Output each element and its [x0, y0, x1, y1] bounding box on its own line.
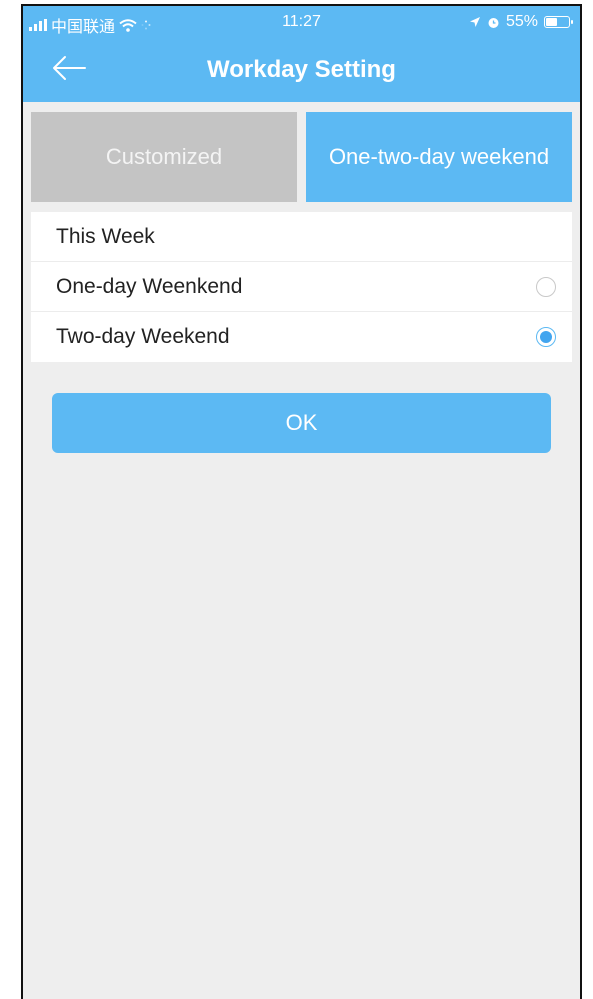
- tab-customized[interactable]: Customized: [31, 112, 297, 202]
- status-right: 55%: [469, 13, 573, 31]
- alarm-icon: [488, 17, 499, 28]
- app-header: 中国联通 11:27 55% Workday Setting: [23, 6, 580, 102]
- battery-percent: 55%: [505, 13, 538, 30]
- phone-screen: 中国联通 11:27 55% Workday Setting Customize…: [21, 4, 582, 999]
- option-two-day-weekend-label: Two-day Weekend: [56, 325, 230, 348]
- radio-one-day-weekend[interactable]: [536, 276, 556, 297]
- tab-customized-label: Customized: [105, 144, 223, 169]
- week-options-list: This Week One-day Weenkend Two-day Weeke…: [31, 212, 572, 362]
- ok-button[interactable]: OK: [52, 393, 551, 453]
- tab-one-two-day-weekend[interactable]: One-two-day weekend: [306, 112, 572, 202]
- page-title: Workday Setting: [207, 56, 396, 83]
- battery-fill: [546, 18, 558, 26]
- status-bar: 中国联通 11:27 55%: [23, 6, 580, 36]
- option-two-day-weekend[interactable]: Two-day Weekend: [31, 312, 572, 362]
- list-header-label: This Week: [56, 224, 155, 248]
- battery-icon: [544, 16, 573, 28]
- ok-button-label: OK: [285, 410, 318, 435]
- option-one-day-weekend[interactable]: One-day Weenkend: [31, 262, 572, 312]
- nav-bar: Workday Setting: [23, 36, 580, 102]
- list-header: This Week: [31, 212, 572, 262]
- option-one-day-weekend-label: One-day Weenkend: [56, 274, 243, 298]
- mode-tabs: Customized One-two-day weekend: [31, 112, 572, 202]
- radio-two-day-weekend[interactable]: [536, 327, 556, 347]
- tab-one-two-day-weekend-label: One-two-day weekend: [328, 144, 550, 169]
- location-arrow-icon: [469, 17, 480, 27]
